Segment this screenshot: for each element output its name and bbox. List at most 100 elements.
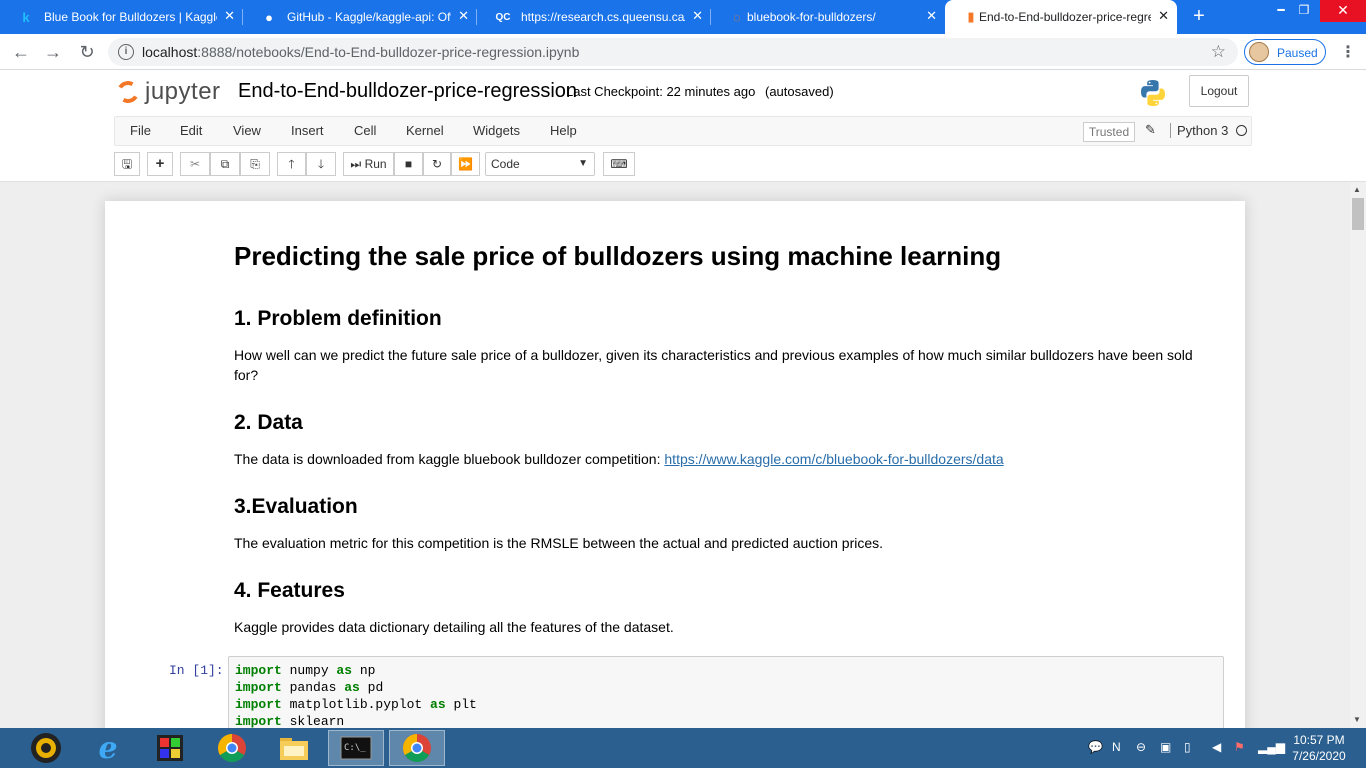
- tab-title: https://research.cs.queensu.ca/h: [521, 10, 685, 24]
- forward-icon[interactable]: →: [42, 41, 64, 63]
- code-text: np: [352, 663, 376, 678]
- menu-edit[interactable]: Edit: [180, 123, 202, 138]
- tab-title: GitHub - Kaggle/kaggle-api: Offic: [287, 10, 451, 24]
- clock-tray-icon[interactable]: ⊖: [1136, 740, 1146, 754]
- restore-icon[interactable]: ❐: [1285, 0, 1323, 22]
- browser-tab-queensu[interactable]: QC https://research.cs.queensu.ca/h ✕: [477, 0, 711, 34]
- close-window-icon[interactable]: ✕: [1320, 0, 1366, 22]
- section-text: The evaluation metric for this competiti…: [234, 535, 884, 551]
- code-line: import sklearn: [235, 714, 344, 728]
- scroll-up-icon[interactable]: ▲: [1353, 185, 1361, 194]
- section-heading: 3.Evaluation: [234, 495, 358, 518]
- back-icon[interactable]: ←: [10, 41, 32, 63]
- battery-icon[interactable]: ▯: [1184, 740, 1191, 754]
- cell-type-select[interactable]: Code ▼: [485, 152, 595, 176]
- jupyter-logo[interactable]: jupyter: [114, 78, 221, 106]
- section-heading: 4. Features: [234, 579, 345, 602]
- address-bar[interactable]: i localhost:8888/notebooks/End-to-End-bu…: [108, 38, 1238, 66]
- menu-view[interactable]: View: [233, 123, 261, 138]
- flag-icon[interactable]: ⚑: [1234, 740, 1245, 754]
- system-clock[interactable]: 10:57 PM 7/26/2020: [1280, 732, 1358, 764]
- close-tab-icon[interactable]: ✕: [224, 8, 235, 24]
- keyboard-icon[interactable]: ⌨: [603, 152, 635, 176]
- chrome-active-app-icon[interactable]: [389, 730, 445, 766]
- site-info-icon[interactable]: i: [118, 44, 134, 60]
- code-text: pd: [359, 680, 384, 695]
- move-up-icon[interactable]: 🡑: [277, 152, 306, 176]
- close-tab-icon[interactable]: ✕: [458, 8, 469, 24]
- data-link[interactable]: https://www.kaggle.com/c/bluebook-for-bu…: [664, 451, 1003, 467]
- logout-button[interactable]: Logout: [1189, 75, 1249, 107]
- code-line: import matplotlib.pyplot as plt: [235, 697, 477, 712]
- bookmark-star-icon[interactable]: ☆: [1211, 42, 1226, 62]
- close-tab-icon[interactable]: ✕: [1158, 8, 1169, 24]
- save-icon[interactable]: 🖫: [114, 152, 140, 176]
- chrome-app-icon[interactable]: [206, 730, 258, 766]
- nvidia-icon[interactable]: N: [1112, 740, 1121, 754]
- code-text: matplotlib.pyplot: [281, 697, 431, 712]
- browser-tab-bluebook[interactable]: ◌ bluebook-for-bulldozers/ ✕: [711, 0, 945, 34]
- chrome-icon: [218, 734, 246, 762]
- github-icon: ●: [265, 9, 273, 25]
- edit-pencil-icon[interactable]: ✎: [1145, 122, 1156, 138]
- insert-cell-icon[interactable]: +: [147, 152, 173, 176]
- browser-menu-icon[interactable]: ⋮: [1340, 42, 1356, 62]
- copy-icon[interactable]: ⧉: [210, 152, 240, 176]
- internet-explorer-icon[interactable]: e: [82, 730, 134, 766]
- run-button[interactable]: ⏭ Run: [343, 152, 394, 176]
- menu-widgets[interactable]: Widgets: [473, 123, 520, 138]
- chat-icon[interactable]: 💬: [1088, 740, 1103, 754]
- menu-cell[interactable]: Cell: [354, 123, 376, 138]
- notebook-toolbar: 🖫 + ✂ ⧉ ⎘ 🡑 🡓 ⏭ Run ■ ↻ ⏩ Code ▼ ⌨: [0, 152, 1366, 176]
- browser-tab-notebook[interactable]: ▮ End-to-End-bulldozer-price-regre ✕: [945, 0, 1177, 34]
- move-down-icon[interactable]: 🡓: [306, 152, 336, 176]
- menu-help[interactable]: Help: [550, 123, 577, 138]
- profile-button[interactable]: Paused: [1244, 39, 1326, 65]
- url-path: :8888/notebooks/End-to-End-bulldozer-pri…: [197, 44, 580, 60]
- avatar: [1249, 42, 1269, 62]
- cut-icon[interactable]: ✂: [180, 152, 210, 176]
- fast-forward-icon[interactable]: ⏩: [451, 152, 480, 176]
- restart-icon[interactable]: ↻: [423, 152, 451, 176]
- scrollbar-thumb[interactable]: [1352, 198, 1364, 230]
- start-button[interactable]: [20, 730, 72, 766]
- menu-file[interactable]: File: [130, 123, 151, 138]
- start-orb-icon: [31, 733, 61, 763]
- paste-icon[interactable]: ⎘: [240, 152, 270, 176]
- close-tab-icon[interactable]: ✕: [692, 8, 703, 24]
- terminal-app-icon[interactable]: C:\_: [328, 730, 384, 766]
- url-text[interactable]: localhost:8888/notebooks/End-to-End-bull…: [142, 44, 579, 60]
- profile-status: Paused: [1277, 46, 1318, 60]
- keyword: as: [336, 663, 353, 678]
- browser-tab-strip: k Blue Book for Bulldozers | Kaggle ✕ ● …: [0, 0, 1366, 34]
- chrome-icon: [403, 734, 431, 762]
- browser-tab-github[interactable]: ● GitHub - Kaggle/kaggle-api: Offic ✕: [243, 0, 477, 34]
- notebook-name[interactable]: End-to-End-bulldozer-price-regression: [238, 80, 577, 103]
- menu-insert[interactable]: Insert: [291, 123, 324, 138]
- volume-icon[interactable]: ◀: [1212, 740, 1221, 754]
- new-tab-button[interactable]: +: [1188, 5, 1210, 27]
- network-app-icon[interactable]: ▣: [1160, 740, 1171, 754]
- code-cell[interactable]: import numpy as np import pandas as pd i…: [228, 656, 1224, 728]
- browser-tab-kaggle[interactable]: k Blue Book for Bulldozers | Kaggle ✕: [0, 0, 243, 34]
- section-heading: 2. Data: [234, 411, 303, 434]
- browser-toolbar: ← → ↻ i localhost:8888/notebooks/End-to-…: [0, 34, 1366, 70]
- queensu-icon: QC: [495, 11, 511, 23]
- tab-title: bluebook-for-bulldozers/: [747, 10, 876, 24]
- tab-title: End-to-End-bulldozer-price-regre: [979, 10, 1151, 24]
- section-text: The data is downloaded from kaggle blueb…: [234, 449, 1204, 469]
- ie-glyph-icon: e: [98, 730, 118, 766]
- keyword: import: [235, 697, 282, 712]
- reload-icon[interactable]: ↻: [76, 41, 98, 63]
- code-text: sklearn: [281, 714, 345, 728]
- vertical-scrollbar[interactable]: ▲ ▼: [1350, 182, 1366, 728]
- interrupt-icon[interactable]: ■: [394, 152, 423, 176]
- paint-app-icon[interactable]: [144, 730, 196, 766]
- file-explorer-icon[interactable]: [268, 730, 320, 766]
- kernel-name: Python 3: [1170, 123, 1228, 138]
- close-tab-icon[interactable]: ✕: [926, 8, 937, 24]
- menu-kernel[interactable]: Kernel: [406, 123, 444, 138]
- svg-text:C:\_: C:\_: [344, 743, 366, 753]
- scroll-down-icon[interactable]: ▼: [1353, 715, 1361, 724]
- trusted-badge[interactable]: Trusted: [1083, 122, 1135, 142]
